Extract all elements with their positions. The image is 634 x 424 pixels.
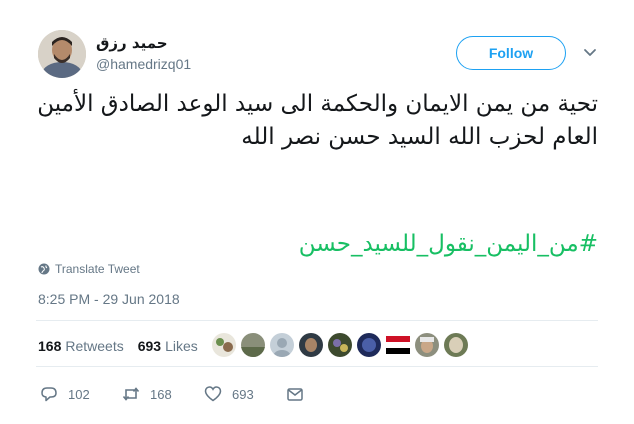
retweets-label: Retweets xyxy=(65,338,124,354)
author-handle[interactable]: @hamedrizq01 xyxy=(96,56,191,72)
avatar[interactable] xyxy=(38,30,86,78)
liker-avatar[interactable] xyxy=(357,333,381,357)
likes-label: Likes xyxy=(165,338,198,354)
liker-avatar[interactable] xyxy=(328,333,352,357)
liker-avatar[interactable] xyxy=(299,333,323,357)
liker-avatar-flag[interactable] xyxy=(386,333,410,357)
translate-tweet-link[interactable]: Translate Tweet xyxy=(38,262,140,276)
translate-label: Translate Tweet xyxy=(55,262,140,276)
avatar-image xyxy=(38,30,86,78)
reply-button[interactable]: 102 xyxy=(40,385,122,403)
tweet-hashtag-link[interactable]: #من_اليمن_نقول_للسيد_حسن xyxy=(36,228,598,261)
reply-icon xyxy=(41,387,57,402)
direct-message-button[interactable] xyxy=(286,385,304,403)
tweet-text: تحية من يمن الايمان والحكمة الى سيد الوع… xyxy=(37,91,598,150)
reply-count: 102 xyxy=(68,386,90,402)
likes-count: 693 xyxy=(137,338,162,354)
retweet-button[interactable]: 168 xyxy=(122,385,204,403)
divider xyxy=(36,366,598,367)
tweet-stats: 168 Retweets 693 Likes xyxy=(38,338,198,354)
retweets-count: 168 xyxy=(38,338,62,354)
liker-avatar[interactable] xyxy=(212,333,236,357)
divider xyxy=(36,320,598,321)
follow-button[interactable]: Follow xyxy=(456,36,566,70)
liker-avatar[interactable] xyxy=(241,333,265,357)
retweet-count: 168 xyxy=(150,386,172,402)
heart-icon xyxy=(204,386,222,402)
message-icon xyxy=(287,388,303,401)
tweet-actions: 102 168 693 xyxy=(40,385,304,403)
globe-icon xyxy=(38,263,50,275)
like-count: 693 xyxy=(232,386,254,402)
liker-avatar[interactable] xyxy=(444,333,468,357)
retweets-stat[interactable]: 168 Retweets xyxy=(38,338,124,354)
retweet-icon xyxy=(122,387,140,401)
tweet-timestamp[interactable]: 8:25 PM - 29 Jun 2018 xyxy=(38,291,180,307)
liker-avatar[interactable] xyxy=(415,333,439,357)
likes-stat[interactable]: 693 Likes xyxy=(138,338,198,354)
like-button[interactable]: 693 xyxy=(204,385,286,403)
author-display-name[interactable]: حميد رزق xyxy=(96,34,168,52)
chevron-down-icon[interactable] xyxy=(582,44,598,60)
liker-avatar[interactable] xyxy=(270,333,294,357)
liker-avatars xyxy=(212,333,468,357)
